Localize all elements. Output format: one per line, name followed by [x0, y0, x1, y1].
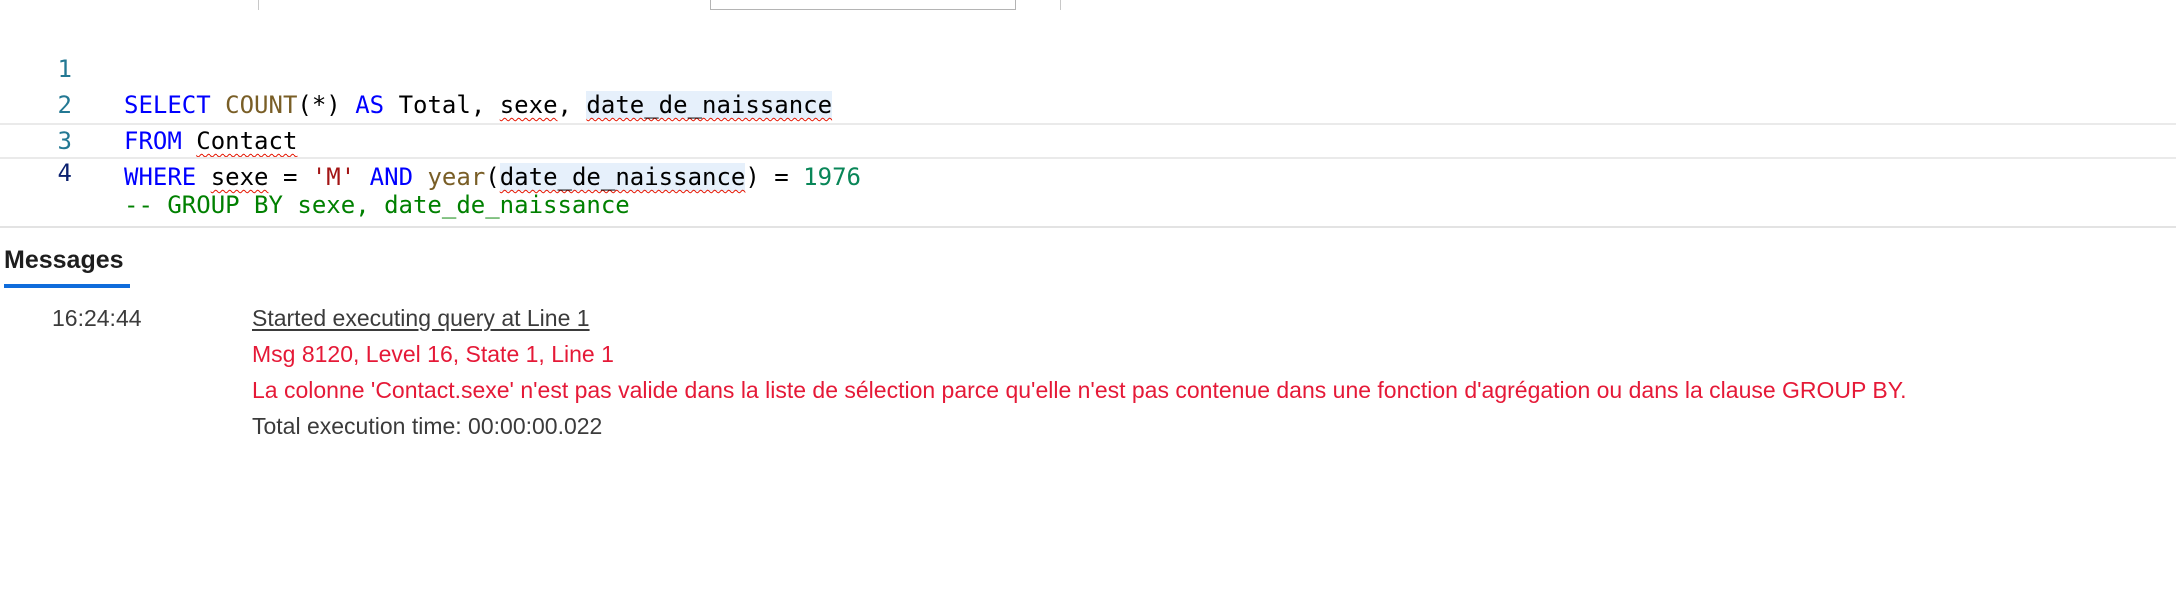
message-timestamp: 16:24:44 [52, 305, 142, 331]
code-line-4[interactable]: 4 -- GROUP BY sexe, date_de_naissance [0, 123, 2176, 219]
line-number: 4 [57, 159, 72, 187]
tab-stub [710, 0, 1016, 10]
token-ident-error: sexe [210, 163, 269, 191]
token-number: 1976 [803, 163, 861, 191]
token-function: year [427, 163, 486, 191]
tab-active-indicator [4, 284, 130, 288]
message-execution-time: Total execution time: 00:00:00.022 [252, 413, 603, 439]
query-window: 1 SELECT COUNT(*) AS Total, sexe, date_d… [0, 0, 2176, 594]
token-operator: ) = [745, 163, 804, 191]
code-line-2[interactable]: 2 FROM Contact [0, 51, 2176, 155]
ruler-tick [258, 0, 259, 10]
token-keyword: AND [369, 163, 414, 191]
token-comment: -- GROUP BY sexe, date_de_naissance [124, 191, 630, 219]
code-line-1[interactable]: 1 SELECT COUNT(*) AS Total, sexe, date_d… [0, 15, 2176, 119]
message-error-text: La colonne 'Contact.sexe' n'est pas vali… [252, 377, 1907, 403]
token-operator: = [268, 163, 312, 191]
token-string: 'M' [311, 163, 356, 191]
token-keyword: WHERE [124, 163, 197, 191]
tab-messages[interactable]: Messages [4, 242, 124, 278]
ruler-tick [1060, 0, 1061, 10]
code-line-3[interactable]: 3 WHERE sexe = 'M' AND year(date_de_nais… [0, 87, 2176, 191]
message-started-link[interactable]: Started executing query at Line 1 [252, 300, 590, 336]
token-ident-error: date_de_naissance [499, 163, 746, 191]
message-error-header: Msg 8120, Level 16, State 1, Line 1 [252, 341, 614, 367]
panel-divider[interactable] [0, 226, 2176, 228]
token-punct: ( [485, 163, 500, 191]
sql-editor[interactable]: 1 SELECT COUNT(*) AS Total, sexe, date_d… [0, 0, 2176, 226]
code-text[interactable]: -- GROUP BY sexe, date_de_naissance [124, 189, 630, 221]
